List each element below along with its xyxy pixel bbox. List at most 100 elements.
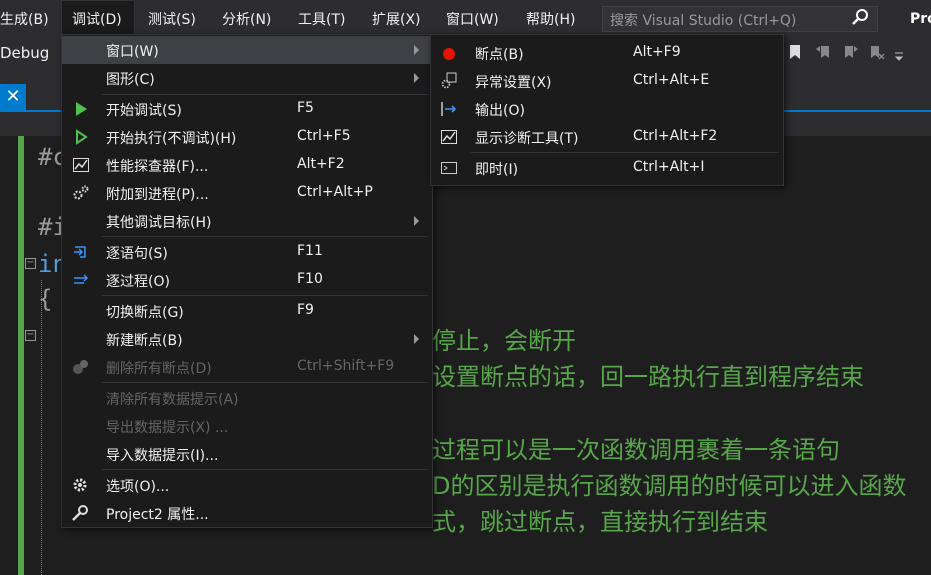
- menu-item-clear-all-datatips: 清除所有数据提示(A): [62, 384, 430, 412]
- menu-item-immediate[interactable]: 即时(I) Ctrl+Alt+I: [431, 154, 781, 182]
- comment-line-1: 停止，会断开: [432, 327, 576, 355]
- menu-item-show-diagnostic-tools[interactable]: 显示诊断工具(T) Ctrl+Alt+F2: [431, 123, 781, 151]
- wrench-icon: [72, 505, 88, 521]
- change-tracking-margin: [18, 136, 24, 575]
- menu-extensions[interactable]: 扩展(X): [372, 9, 421, 29]
- collapse-toggle-icon[interactable]: −: [25, 258, 36, 269]
- menu-item-shortcut: Alt+F9: [633, 44, 681, 60]
- gear-icon: [73, 478, 87, 492]
- menu-item-label: 其他调试目标(H): [106, 215, 212, 231]
- menu-item-label: 选项(O)...: [106, 479, 170, 495]
- bookmark-icon[interactable]: [787, 44, 803, 60]
- menu-item-label: 导出数据提示(X) ...: [106, 420, 229, 436]
- comment-line-5: 式，跳过断点，直接执行到结束: [432, 508, 768, 536]
- play-icon: [76, 102, 87, 116]
- menu-item-export-datatips: 导出数据提示(X) ...: [62, 412, 430, 440]
- code-line-4: {: [38, 285, 53, 313]
- menu-item-step-into[interactable]: 逐语句(S) F11: [62, 238, 430, 266]
- immediate-window-icon: [441, 162, 457, 174]
- submenu-arrow-icon: [414, 45, 419, 55]
- bookmark-clear-icon[interactable]: [869, 44, 885, 60]
- menu-test[interactable]: 测试(S): [148, 9, 196, 29]
- menu-item-start-debugging[interactable]: 开始调试(S) F5: [62, 95, 430, 123]
- comment-line-2: 设置断点的话，回一路执行直到程序结束: [432, 363, 864, 391]
- menu-item-import-datatips[interactable]: 导入数据提示(I)...: [62, 440, 430, 468]
- menu-item-exception-settings[interactable]: 异常设置(X) Ctrl+Alt+E: [431, 67, 781, 95]
- menu-item-shortcut: F9: [297, 302, 314, 318]
- menu-item-toggle-breakpoint[interactable]: 切换断点(G) F9: [62, 297, 430, 325]
- menu-item-label: 切换断点(G): [106, 305, 184, 321]
- search-icon: [852, 9, 868, 25]
- menu-item-performance-profiler[interactable]: 性能探查器(F)... Alt+F2: [62, 151, 430, 179]
- menu-item-project-properties[interactable]: Project2 属性...: [62, 499, 430, 527]
- menu-item-shortcut: F11: [297, 243, 323, 259]
- exception-settings-icon: [441, 72, 457, 89]
- menu-separator: [102, 382, 428, 383]
- menu-item-label: 窗口(W): [106, 44, 159, 60]
- output-icon: [441, 102, 457, 116]
- step-over-icon: [74, 274, 89, 284]
- gears-icon: [73, 185, 89, 200]
- menu-item-shortcut: Alt+F2: [297, 156, 345, 172]
- menu-item-shortcut: Ctrl+Alt+P: [297, 184, 373, 200]
- close-tab-icon[interactable]: ✕: [0, 84, 26, 110]
- submenu-arrow-icon: [414, 216, 419, 226]
- menu-item-new-breakpoint[interactable]: 新建断点(B): [62, 325, 430, 353]
- bookmark-next-icon[interactable]: [843, 44, 859, 60]
- menu-item-attach-to-process[interactable]: 附加到进程(P)... Ctrl+Alt+P: [62, 179, 430, 207]
- menu-item-breakpoints-window[interactable]: 断点(B) Alt+F9: [431, 39, 781, 67]
- menu-item-output[interactable]: 输出(O): [431, 95, 781, 123]
- menu-item-shortcut: Ctrl+Alt+E: [633, 72, 710, 88]
- menu-item-label: 逐过程(O): [106, 274, 170, 290]
- submenu-arrow-icon: [414, 73, 419, 83]
- menu-item-step-over[interactable]: 逐过程(O) F10: [62, 266, 430, 294]
- performance-chart-icon: [73, 158, 89, 172]
- menu-item-label: 逐语句(S): [106, 246, 168, 262]
- menu-build[interactable]: 生成(B): [0, 9, 49, 29]
- breakpoint-icon: [443, 48, 455, 60]
- menu-item-label: 异常设置(X): [475, 75, 552, 91]
- menu-item-label: 开始执行(不调试)(H): [106, 131, 237, 147]
- submenu-arrow-icon: [414, 334, 419, 344]
- menu-analyze[interactable]: 分析(N): [222, 9, 271, 29]
- menu-item-other-debug-targets[interactable]: 其他调试目标(H): [62, 207, 430, 235]
- search-input[interactable]: 搜索 Visual Studio (Ctrl+Q): [602, 6, 878, 32]
- solution-config-select[interactable]: Debug: [0, 44, 49, 62]
- menu-item-label: 附加到进程(P)...: [106, 187, 209, 203]
- menu-item-windows[interactable]: 窗口(W): [62, 36, 430, 64]
- delete-breakpoints-icon: [73, 360, 88, 374]
- step-into-icon: [74, 246, 86, 258]
- debug-menu: 窗口(W) 图形(C) 开始调试(S) F5 开始执行(不调试)(H) Ctrl…: [61, 34, 433, 528]
- comment-line-4: D的区别是执行函数调用的时候可以进入函数: [432, 472, 907, 500]
- menu-item-graphics[interactable]: 图形(C): [62, 64, 430, 92]
- menu-item-options[interactable]: 选项(O)...: [62, 471, 430, 499]
- search-placeholder: 搜索 Visual Studio (Ctrl+Q): [610, 13, 797, 29]
- menu-separator: [102, 469, 428, 470]
- menu-tools[interactable]: 工具(T): [298, 9, 345, 29]
- menu-item-shortcut: Ctrl+Shift+F9: [297, 358, 395, 374]
- bookmark-prev-icon[interactable]: [815, 44, 831, 60]
- project-name[interactable]: Pro: [910, 11, 931, 27]
- menu-item-label: 删除所有断点(D): [106, 361, 212, 377]
- menu-item-shortcut: F10: [297, 271, 323, 287]
- play-outline-icon: [76, 129, 88, 145]
- menu-separator: [102, 295, 428, 296]
- menu-item-start-without-debugging[interactable]: 开始执行(不调试)(H) Ctrl+F5: [62, 123, 430, 151]
- menu-window[interactable]: 窗口(W): [446, 9, 499, 29]
- menu-item-label: 即时(I): [475, 162, 519, 178]
- comment-line-3: 过程可以是一次函数调用裹着一条语句: [432, 436, 840, 464]
- menu-separator: [102, 236, 428, 237]
- diagnostic-tools-icon: [441, 130, 457, 144]
- menu-debug[interactable]: 调试(D): [72, 9, 122, 29]
- toolbar-overflow-icon[interactable]: [894, 52, 904, 62]
- menu-item-shortcut: F5: [297, 100, 314, 116]
- menu-help[interactable]: 帮助(H): [526, 9, 575, 29]
- menu-item-shortcut: Ctrl+Alt+I: [633, 159, 705, 175]
- indent-guide: [41, 280, 42, 575]
- collapse-toggle-icon[interactable]: −: [25, 330, 36, 341]
- menu-item-label: 断点(B): [475, 47, 524, 63]
- menu-separator: [471, 152, 779, 153]
- menu-item-shortcut: Ctrl+Alt+F2: [633, 128, 718, 144]
- menu-item-label: 显示诊断工具(T): [475, 131, 579, 147]
- menu-item-shortcut: Ctrl+F5: [297, 128, 351, 144]
